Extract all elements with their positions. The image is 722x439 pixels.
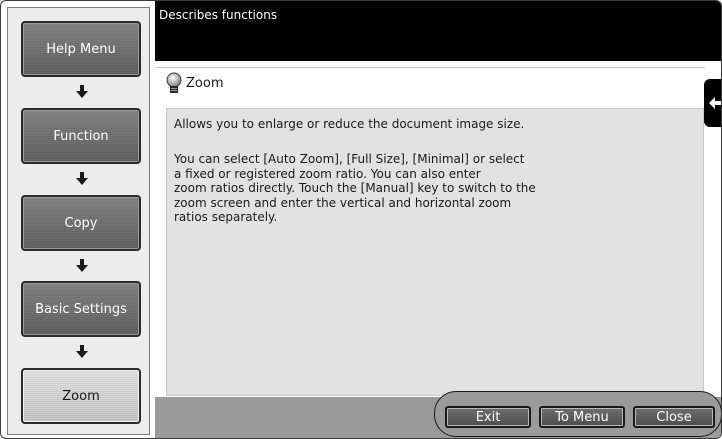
- down-arrow-icon: [76, 345, 88, 358]
- help-text-area: Allows you to enlarge or reduce the docu…: [166, 108, 704, 396]
- lightbulb-icon: [166, 72, 182, 93]
- help-screen: Help Menu Function Copy Basic Settings Z…: [0, 0, 722, 439]
- nav-help-menu-label: Help Menu: [46, 41, 116, 57]
- to-menu-button-label: To Menu: [555, 409, 609, 425]
- down-arrow-icon: [76, 172, 88, 185]
- nav-zoom-label: Zoom: [62, 388, 100, 404]
- close-button-label: Close: [656, 409, 692, 425]
- nav-function-button[interactable]: Function: [21, 108, 141, 164]
- exit-button[interactable]: Exit: [445, 406, 531, 428]
- help-topic-title: Zoom: [186, 76, 224, 91]
- close-button[interactable]: Close: [633, 406, 715, 428]
- nav-zoom-button[interactable]: Zoom: [21, 368, 141, 424]
- nav-basic-settings-button[interactable]: Basic Settings: [21, 281, 141, 337]
- nav-function-label: Function: [53, 128, 109, 144]
- help-paragraph-1: Allows you to enlarge or reduce the docu…: [174, 117, 525, 131]
- to-menu-button[interactable]: To Menu: [539, 406, 625, 428]
- help-paragraph-2-line-5: ratios separately.: [174, 210, 278, 225]
- nav-copy-label: Copy: [64, 215, 98, 231]
- collapse-left-arrow-icon: [709, 97, 721, 109]
- description-bar: Describes functions: [155, 1, 721, 61]
- exit-button-label: Exit: [475, 409, 501, 425]
- nav-basic-settings-label: Basic Settings: [35, 301, 127, 317]
- help-paragraph-2-line-3: zoom ratios directly. Touch the [Manual]…: [174, 181, 536, 196]
- help-navigation-panel: Help Menu Function Copy Basic Settings Z…: [7, 7, 150, 435]
- down-arrow-icon: [76, 85, 88, 98]
- description-text: Describes functions: [159, 8, 278, 22]
- help-paragraph-2-line-4: zoom screen and enter the vertical and h…: [174, 195, 512, 210]
- help-content-panel: Zoom Allows you to enlarge or reduce the…: [155, 67, 705, 398]
- nav-help-menu-button[interactable]: Help Menu: [21, 21, 141, 77]
- help-paragraph-2-line-1: You can select [Auto Zoom], [Full Size],…: [174, 152, 525, 166]
- down-arrow-icon: [76, 259, 88, 272]
- help-paragraph-2-line-2: a fixed or registered zoom ratio. You ca…: [174, 166, 481, 181]
- nav-copy-button[interactable]: Copy: [21, 195, 141, 251]
- side-panel-tab[interactable]: [704, 79, 721, 127]
